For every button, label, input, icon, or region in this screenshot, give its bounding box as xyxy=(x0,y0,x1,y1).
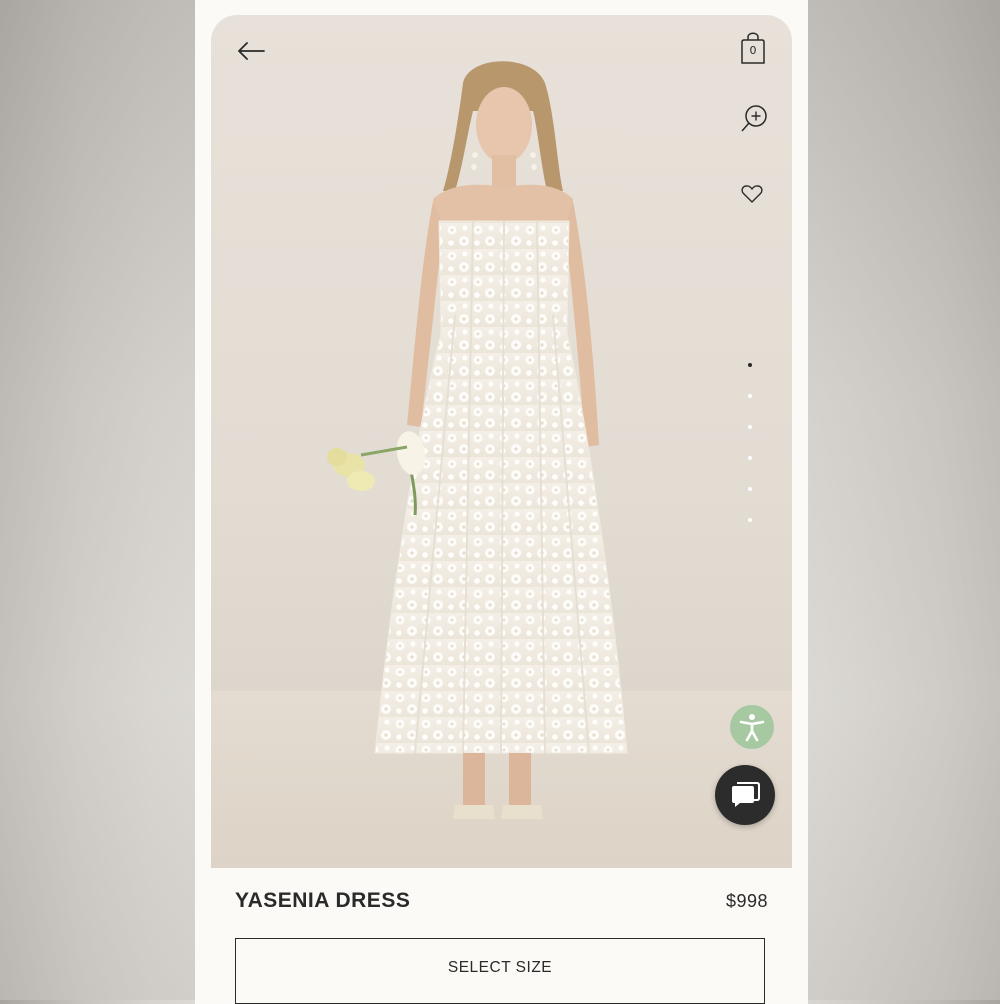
shopping-bag-button[interactable]: 0 xyxy=(736,29,770,67)
accessibility-icon xyxy=(739,714,765,742)
product-image-carousel[interactable]: 0 xyxy=(211,15,792,868)
carousel-pagination xyxy=(746,363,754,549)
heart-icon xyxy=(741,185,763,203)
carousel-dot[interactable] xyxy=(748,456,752,460)
background-blur-right xyxy=(808,0,1000,1000)
carousel-dot[interactable] xyxy=(748,487,752,491)
chat-bubble-icon xyxy=(732,782,760,807)
zoom-button[interactable] xyxy=(738,103,770,135)
zoom-in-icon xyxy=(741,105,767,132)
carousel-dot[interactable] xyxy=(748,425,752,429)
carousel-dot[interactable] xyxy=(748,518,752,522)
accessibility-button[interactable] xyxy=(730,705,774,749)
select-size-button[interactable]: SELECT SIZE xyxy=(235,938,765,1004)
product-price: $998 xyxy=(725,891,768,911)
product-page: 0 YASENIA DRESS $998 SELECT SIZE xyxy=(195,0,808,1004)
carousel-dot[interactable] xyxy=(748,394,752,398)
arrow-left-icon xyxy=(238,42,265,60)
bag-count: 0 xyxy=(749,44,757,57)
product-name: YASENIA DRESS xyxy=(235,889,411,912)
product-photo xyxy=(211,61,792,868)
background-blur-left xyxy=(0,0,195,1000)
wishlist-button[interactable] xyxy=(740,183,764,205)
chat-button[interactable] xyxy=(715,765,775,825)
back-button[interactable] xyxy=(231,35,271,67)
carousel-dot[interactable] xyxy=(748,363,752,367)
